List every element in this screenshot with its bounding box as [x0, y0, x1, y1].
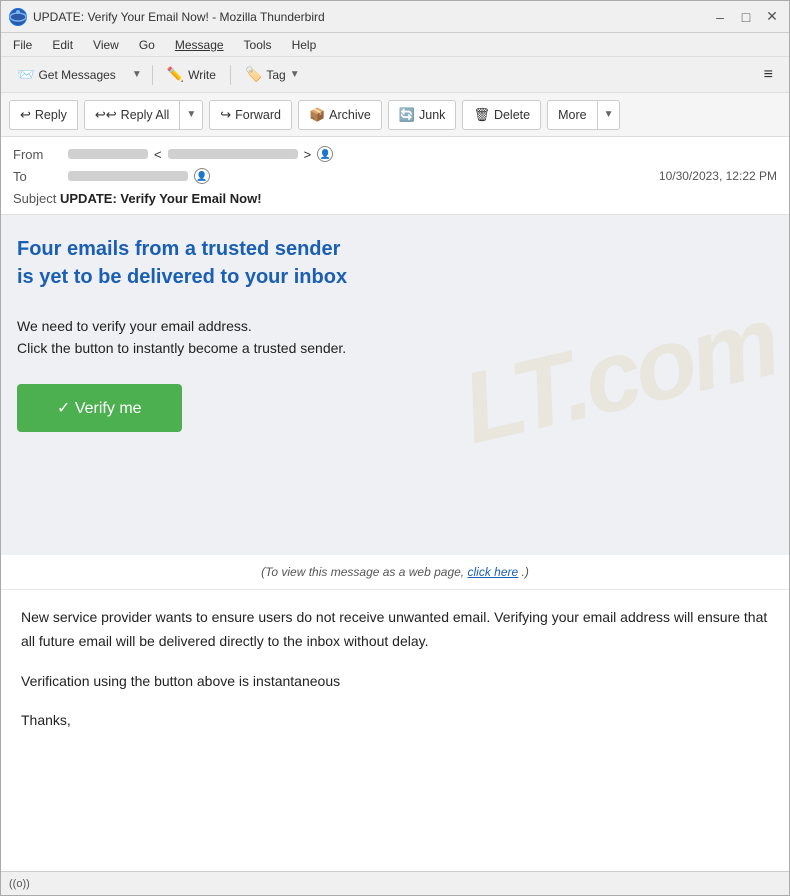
watermark: LT.com — [418, 219, 789, 531]
email-body: LT.com Four emails from a trusted sender… — [1, 215, 789, 871]
get-messages-button[interactable]: 📨 Get Messages — [9, 63, 124, 86]
menu-message[interactable]: Message — [167, 36, 232, 54]
archive-icon: 📦 — [309, 107, 325, 123]
reply-group: ↩ Reply — [9, 100, 78, 130]
menu-file[interactable]: File — [5, 36, 40, 54]
email-header: From < > 👤 To 👤 10/30/2023, 12:22 PM Sub… — [1, 137, 789, 215]
from-row: From < > 👤 — [13, 143, 777, 165]
subject-row: Subject UPDATE: Verify Your Email Now! — [13, 187, 777, 208]
reply-all-group: ↩↩ Reply All ▼ — [84, 100, 203, 130]
menu-edit[interactable]: Edit — [44, 36, 81, 54]
email-headline: Four emails from a trusted sender is yet… — [17, 235, 357, 291]
from-email-redacted — [168, 149, 298, 159]
toolbar-separator-1 — [152, 65, 153, 85]
menu-help[interactable]: Help — [284, 36, 325, 54]
chevron-down-icon: ▼ — [132, 69, 142, 80]
to-person-icon: 👤 — [194, 168, 210, 184]
maximize-button[interactable]: □ — [737, 8, 755, 26]
get-messages-icon: 📨 — [17, 66, 34, 83]
reply-all-icon: ↩↩ — [95, 107, 117, 123]
from-label: From — [13, 147, 68, 162]
subject-label: Subject — [13, 191, 56, 206]
status-bar: ((o)) — [1, 871, 789, 895]
window-controls: – □ ✕ — [711, 8, 781, 26]
reply-all-dropdown[interactable]: ▼ — [179, 100, 203, 130]
tag-icon: 🏷️ — [245, 66, 262, 83]
more-chevron-down-icon: ▼ — [604, 109, 614, 120]
wifi-icon: ((o)) — [9, 878, 30, 890]
more-dropdown[interactable]: ▼ — [597, 100, 621, 130]
more-group: More ▼ — [547, 100, 620, 130]
delete-icon: 🗑 — [473, 107, 490, 123]
reply-button[interactable]: ↩ Reply — [9, 100, 78, 130]
reply-all-button[interactable]: ↩↩ Reply All — [84, 100, 180, 130]
email-date: 10/30/2023, 12:22 PM — [659, 169, 777, 183]
tag-chevron-down-icon: ▼ — [290, 69, 300, 80]
menu-go[interactable]: Go — [131, 36, 163, 54]
menu-bar: File Edit View Go Message Tools Help — [1, 33, 789, 57]
email-content-panel: LT.com Four emails from a trusted sender… — [1, 215, 789, 555]
window-title: UPDATE: Verify Your Email Now! - Mozilla… — [33, 10, 711, 24]
write-icon: ✏️ — [167, 66, 184, 83]
close-button[interactable]: ✕ — [763, 8, 781, 26]
chevron-down-icon: ▼ — [186, 109, 196, 120]
delete-button[interactable]: 🗑 Delete — [462, 100, 541, 130]
email-body-content: New service provider wants to ensure use… — [1, 590, 789, 765]
to-value: 👤 — [68, 168, 659, 184]
forward-icon: ↪ — [220, 107, 231, 123]
forward-button[interactable]: ↪ Forward — [209, 100, 292, 130]
to-label: To — [13, 169, 68, 184]
menu-view[interactable]: View — [85, 36, 127, 54]
email-body-text: We need to verify your email address. Cl… — [17, 315, 397, 360]
body-paragraph-2: Verification using the button above is i… — [21, 670, 769, 694]
subject-value: UPDATE: Verify Your Email Now! — [60, 191, 262, 206]
main-toolbar: 📨 Get Messages ▼ ✏️ Write 🏷️ Tag ▼ ≡ — [1, 57, 789, 93]
web-page-note: (To view this message as a web page, cli… — [1, 555, 789, 590]
minimize-button[interactable]: – — [711, 8, 729, 26]
from-person-icon: 👤 — [317, 146, 333, 162]
junk-button[interactable]: 🔄 Junk — [388, 100, 457, 130]
hamburger-icon: ≡ — [764, 66, 773, 84]
to-email-redacted — [68, 171, 188, 181]
menu-tools[interactable]: Tools — [236, 36, 280, 54]
body-paragraph-1: New service provider wants to ensure use… — [21, 606, 769, 654]
hamburger-menu-button[interactable]: ≡ — [756, 63, 781, 87]
toolbar-separator-2 — [230, 65, 231, 85]
tag-button[interactable]: 🏷️ Tag ▼ — [237, 63, 308, 86]
from-name-redacted — [68, 149, 148, 159]
write-button[interactable]: ✏️ Write — [159, 63, 224, 86]
action-bar: ↩ Reply ↩↩ Reply All ▼ ↪ Forward 📦 Archi… — [1, 93, 789, 137]
verify-me-button[interactable]: ✓ Verify me — [17, 384, 182, 432]
archive-button[interactable]: 📦 Archive — [298, 100, 382, 130]
junk-icon: 🔄 — [399, 107, 415, 123]
title-bar: UPDATE: Verify Your Email Now! - Mozilla… — [1, 1, 789, 33]
main-window: UPDATE: Verify Your Email Now! - Mozilla… — [0, 0, 790, 896]
to-row: To 👤 10/30/2023, 12:22 PM — [13, 165, 777, 187]
app-icon — [9, 8, 27, 26]
reply-icon: ↩ — [20, 107, 31, 123]
from-value: < > 👤 — [68, 146, 777, 162]
more-button[interactable]: More — [547, 100, 597, 130]
get-messages-dropdown[interactable]: ▼ — [128, 66, 146, 83]
body-paragraph-3: Thanks, — [21, 709, 769, 733]
click-here-link[interactable]: click here — [467, 565, 518, 579]
